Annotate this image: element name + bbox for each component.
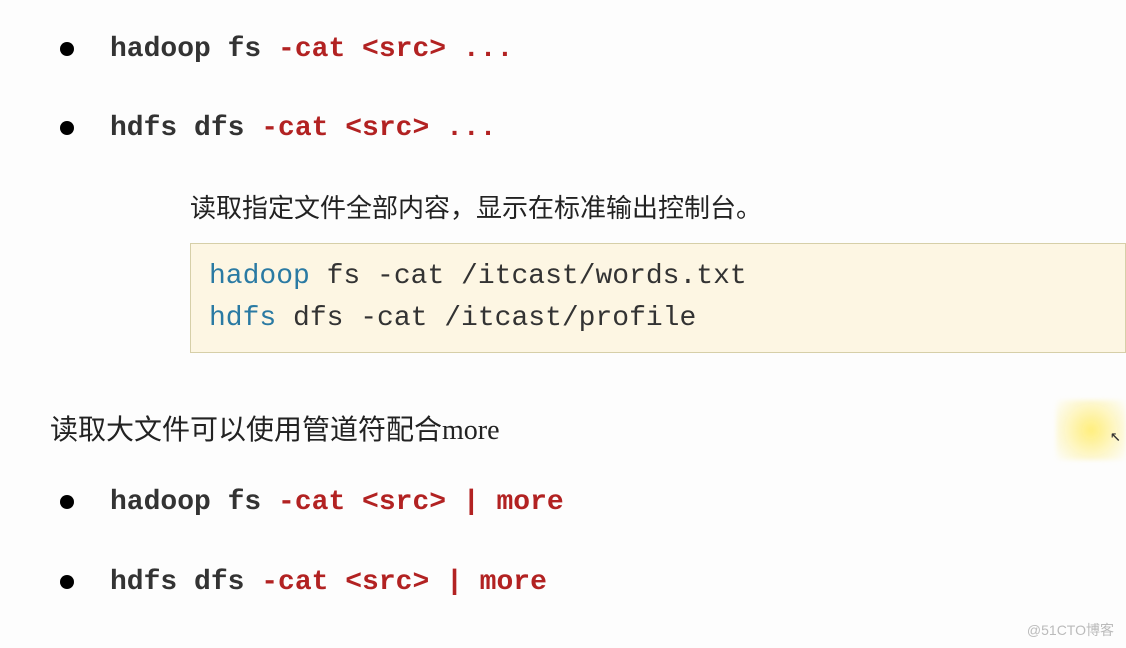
- code-keyword: hdfs: [209, 303, 276, 334]
- command-option: -cat <src> | more: [278, 487, 564, 518]
- command-option: -cat <src> | more: [261, 567, 547, 598]
- command-item: hdfs dfs -cat <src> | more: [50, 563, 1126, 602]
- command-base: hadoop fs: [110, 34, 278, 65]
- command-item: hadoop fs -cat <src> | more: [50, 483, 1126, 522]
- code-line: hadoop fs -cat /itcast/words.txt: [209, 256, 1107, 298]
- description: 读取指定文件全部内容，显示在标准输出控制台。: [190, 188, 1126, 225]
- section-text: 读取大文件可以使用管道符配合more: [50, 408, 1126, 448]
- command-item: hadoop fs -cat <src> ...: [50, 30, 1126, 69]
- code-line: hdfs dfs -cat /itcast/profile: [209, 298, 1107, 340]
- command-list-2: hadoop fs -cat <src> | more hdfs dfs -ca…: [50, 483, 1126, 601]
- watermark: @51CTO博客: [1027, 620, 1114, 640]
- command-base: hdfs dfs: [110, 567, 261, 598]
- command-item: hdfs dfs -cat <src> ...: [50, 109, 1126, 148]
- code-keyword: hadoop: [209, 261, 310, 292]
- command-list-1: hadoop fs -cat <src> ... hdfs dfs -cat <…: [50, 30, 1126, 148]
- command-option: -cat <src> ...: [278, 34, 513, 65]
- code-rest: fs -cat /itcast/words.txt: [310, 261, 747, 292]
- code-block: hadoop fs -cat /itcast/words.txt hdfs df…: [190, 243, 1126, 353]
- command-option: -cat <src> ...: [261, 113, 496, 144]
- command-base: hadoop fs: [110, 487, 278, 518]
- code-rest: dfs -cat /itcast/profile: [276, 303, 696, 334]
- command-base: hdfs dfs: [110, 113, 261, 144]
